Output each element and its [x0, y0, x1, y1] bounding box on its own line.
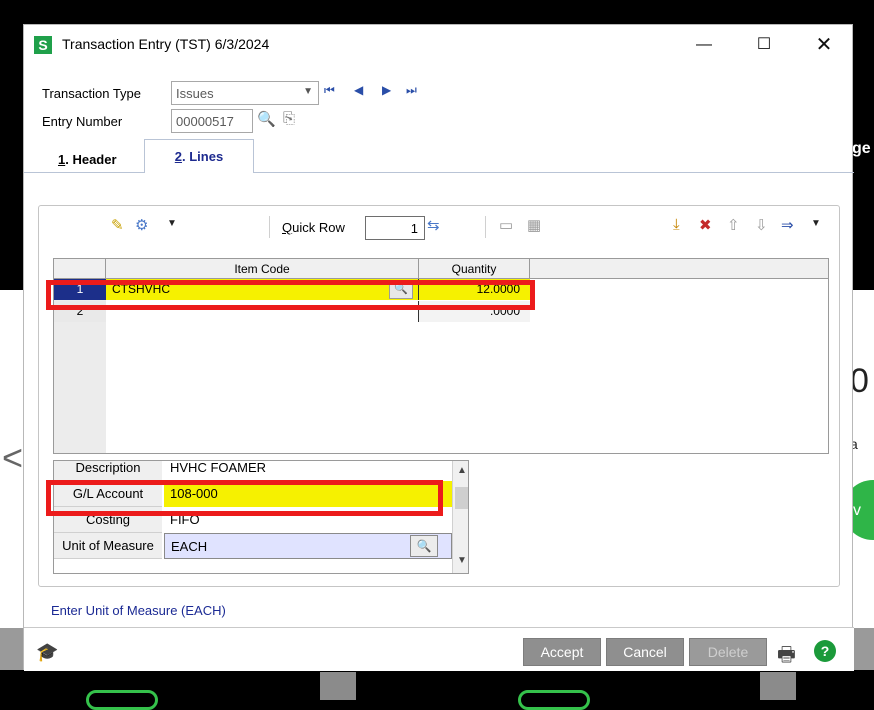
- delete-row-icon[interactable]: ✖: [699, 216, 712, 234]
- column-header-item-code[interactable]: Item Code: [106, 259, 419, 279]
- status-message: Enter Unit of Measure (EACH): [51, 603, 226, 618]
- quantity-cell[interactable]: .0000: [419, 301, 530, 322]
- detail-label: Costing: [54, 507, 162, 533]
- table-row[interactable]: 2 .0000: [54, 301, 530, 322]
- lines-panel: ✎ ⚙ ▼ Quick Row 1 ⇆ ▭ ▦ ⤓ ✖ ⇧ ⇩ ⇒ ▼ Item…: [38, 205, 840, 587]
- background-green-box: [86, 690, 158, 710]
- detail-label: Description: [54, 461, 162, 481]
- transaction-entry-window: S Transaction Entry (TST) 6/3/2024 — ☐ ✕…: [23, 24, 854, 671]
- copy-entry-icon[interactable]: ⎘: [283, 110, 295, 127]
- unit-of-measure-lookup-icon[interactable]: 🔍: [410, 535, 438, 557]
- chevron-down-icon: ▼: [303, 86, 313, 97]
- last-record-icon[interactable]: ⏭: [406, 83, 417, 98]
- title-bar[interactable]: S Transaction Entry (TST) 6/3/2024 — ☐ ✕: [24, 25, 852, 63]
- detail-row-costing: Costing FIFO: [54, 507, 452, 533]
- grid-icon[interactable]: ▦: [527, 216, 541, 234]
- carousel-left-arrow-icon[interactable]: <: [2, 440, 23, 476]
- unit-of-measure-input[interactable]: EACH: [164, 533, 452, 559]
- background-gray-bar: [760, 672, 796, 700]
- quick-row-label: Quick Row: [282, 220, 345, 235]
- printer-icon[interactable]: 🖶: [777, 640, 796, 674]
- search-icon[interactable]: 🔍: [257, 110, 276, 128]
- help-icon[interactable]: ?: [814, 640, 836, 662]
- detail-label: Unit of Measure: [54, 533, 162, 559]
- delete-button[interactable]: Delete: [689, 638, 767, 666]
- transaction-type-value: Issues: [176, 86, 214, 101]
- footer-bar: 🎓 Accept Cancel Delete 🖶 ?: [24, 628, 854, 671]
- background-gray-bar: [320, 672, 356, 700]
- toolbar-separator: [269, 216, 270, 238]
- gl-account-value[interactable]: 108-000: [164, 481, 452, 507]
- transaction-type-dropdown[interactable]: Issues ▼: [171, 81, 319, 105]
- scroll-up-icon[interactable]: ▲: [453, 465, 468, 476]
- item-code-cell[interactable]: CTSHVHC: [106, 279, 419, 300]
- quantity-cell[interactable]: 12.0000: [419, 279, 530, 300]
- description-value[interactable]: HVHC FOAMER: [164, 461, 452, 481]
- background-text: ge: [852, 140, 871, 157]
- first-record-icon[interactable]: ⏮: [324, 83, 335, 98]
- background-green-box: [518, 690, 590, 710]
- detail-row-unit-of-measure: Unit of Measure EACH: [54, 533, 452, 559]
- entry-number-label: Entry Number: [42, 114, 123, 129]
- grid-header: Item Code Quantity: [54, 259, 828, 279]
- line-details-panel: Description HVHC FOAMER G/L Account 108-…: [53, 460, 469, 574]
- detail-row-description: Description HVHC FOAMER: [54, 461, 452, 481]
- go-to-row-icon[interactable]: ⇆: [427, 216, 440, 234]
- background-button-text: v: [853, 502, 861, 519]
- row-number-cell[interactable]: 1: [54, 279, 106, 300]
- row-number-cell[interactable]: 2: [54, 301, 106, 322]
- move-up-icon[interactable]: ⇧: [727, 216, 740, 234]
- close-button[interactable]: ✕: [812, 33, 836, 57]
- wand-icon[interactable]: ✎: [111, 216, 124, 234]
- minimize-button[interactable]: —: [692, 33, 716, 57]
- detail-label: G/L Account: [54, 481, 162, 507]
- toolbar-separator: [485, 216, 486, 238]
- lines-grid: Item Code Quantity 1 CTSHVHC 🔍 12.0000 2…: [53, 258, 829, 454]
- export-icon[interactable]: ⇒: [781, 216, 794, 234]
- table-row[interactable]: 1 CTSHVHC 🔍 12.0000: [54, 279, 530, 300]
- tab-header[interactable]: 1. Header: [46, 143, 144, 175]
- tab-lines[interactable]: 2. Lines: [144, 139, 254, 173]
- maximize-button[interactable]: ☐: [752, 33, 776, 57]
- detail-row-gl-account: G/L Account 108-000: [54, 481, 452, 507]
- entry-number-field[interactable]: 00000517: [171, 109, 253, 133]
- scrollbar-thumb[interactable]: [455, 487, 468, 509]
- scroll-down-icon[interactable]: ▼: [453, 555, 468, 566]
- next-record-icon[interactable]: ▶: [382, 83, 391, 97]
- sage-app-icon: S: [34, 36, 52, 54]
- item-code-cell[interactable]: [106, 301, 419, 322]
- comment-icon[interactable]: ▭: [499, 216, 513, 234]
- customize-icon[interactable]: ⚙: [135, 216, 148, 234]
- window-title: Transaction Entry (TST) 6/3/2024: [62, 36, 270, 52]
- transaction-type-label: Transaction Type: [42, 86, 141, 101]
- move-down-icon[interactable]: ⇩: [755, 216, 768, 234]
- quick-row-input[interactable]: 1: [365, 216, 425, 240]
- cancel-button[interactable]: Cancel: [606, 638, 684, 666]
- details-scrollbar[interactable]: ▲ ▼: [452, 461, 468, 573]
- accept-button[interactable]: Accept: [523, 638, 601, 666]
- chevron-down-icon[interactable]: ▼: [167, 218, 177, 229]
- column-header-row-number: [54, 259, 106, 279]
- costing-value: FIFO: [170, 512, 200, 527]
- chevron-down-icon[interactable]: ▼: [811, 218, 821, 229]
- previous-record-icon[interactable]: ◀: [354, 83, 363, 97]
- column-header-quantity[interactable]: Quantity: [419, 259, 530, 279]
- item-lookup-icon[interactable]: 🔍: [389, 280, 413, 299]
- graduation-cap-icon[interactable]: 🎓: [36, 642, 58, 663]
- insert-row-icon[interactable]: ⤓: [673, 216, 680, 233]
